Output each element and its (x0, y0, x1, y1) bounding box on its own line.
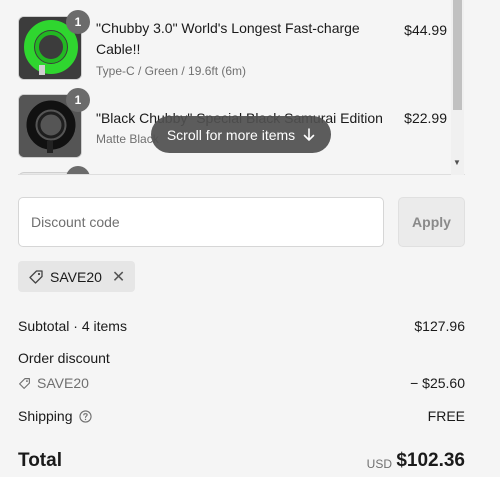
applied-discount-code: SAVE20 (50, 268, 102, 285)
divider (18, 174, 465, 175)
arrow-down-icon (303, 127, 315, 141)
help-question-icon[interactable] (78, 409, 92, 423)
shipping-row: Shipping (18, 408, 92, 424)
tag-icon (29, 269, 43, 284)
tag-icon (19, 377, 30, 389)
scroll-down-arrow-icon[interactable]: ▼ (452, 158, 462, 168)
total-label: Total (18, 450, 62, 471)
scroll-hint-button[interactable]: Scroll for more items (151, 116, 331, 153)
shipping-value: FREE (427, 408, 465, 424)
scroll-hint-label: Scroll for more items (166, 126, 296, 143)
quantity-badge: 1 (66, 88, 90, 112)
item-price: $22.99 (404, 110, 447, 126)
remove-discount-close-icon[interactable]: ✕ (112, 267, 125, 287)
shipping-label: Shipping (18, 408, 73, 424)
item-price: $44.99 (404, 22, 447, 38)
order-discount-code-row: SAVE20 (18, 375, 89, 391)
item-title: "Chubby 3.0" World's Longest Fast-charge… (96, 20, 360, 57)
discount-code-input[interactable] (18, 197, 384, 247)
total-amount: $102.36 (396, 450, 465, 471)
order-discount-label: Order discount (18, 350, 110, 366)
quantity-badge: 1 (66, 10, 90, 34)
subtotal-value: $127.96 (414, 318, 465, 334)
applied-discount-tag: SAVE20 ✕ (18, 261, 136, 292)
apply-discount-button[interactable]: Apply (398, 197, 465, 247)
subtotal-label: Subtotal · 4 items (18, 318, 127, 334)
item-variant: Matte Black (96, 132, 159, 146)
scrollbar-thumb[interactable] (453, 0, 462, 110)
order-discount-value: − $25.60 (410, 375, 465, 391)
order-discount-code: SAVE20 (37, 375, 89, 391)
item-variant: Type-C / Green / 19.6ft (6m) (96, 64, 247, 78)
total-currency: USD (366, 457, 392, 471)
list-item: 1 "Chubby 3.0" World's Longest Fast-char… (0, 10, 450, 88)
